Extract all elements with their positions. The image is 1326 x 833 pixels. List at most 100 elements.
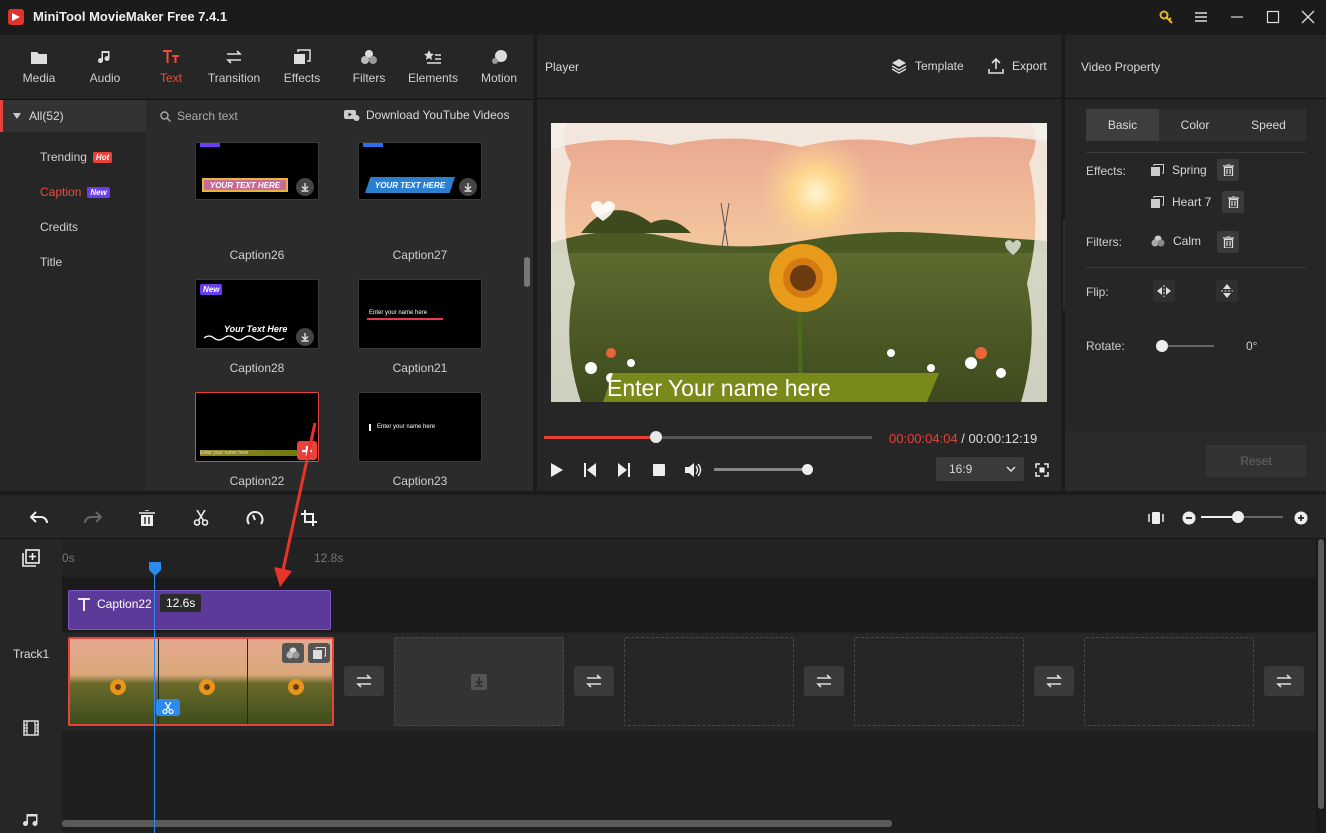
youtube-download-icon bbox=[344, 110, 360, 121]
playhead-handle[interactable] bbox=[149, 562, 161, 576]
category-credits[interactable]: Credits bbox=[0, 211, 146, 243]
empty-slot[interactable] bbox=[854, 637, 1024, 726]
caption26-preview-text: YOUR TEXT HERE bbox=[202, 178, 288, 192]
player-panel: Player Template Export Enter Your name h… bbox=[537, 35, 1061, 491]
progress-handle[interactable] bbox=[649, 431, 662, 443]
redo-button[interactable] bbox=[82, 507, 104, 529]
swap-arrows-icon bbox=[816, 674, 832, 688]
empty-slot[interactable] bbox=[1084, 637, 1254, 726]
redo-icon bbox=[84, 511, 102, 524]
thumbnail-caption21[interactable]: Enter your name here bbox=[358, 279, 482, 349]
tab-effects[interactable]: Effects bbox=[273, 35, 331, 99]
horizontal-scrollbar[interactable] bbox=[62, 820, 892, 827]
tab-elements[interactable]: Elements bbox=[404, 35, 462, 99]
transition-slot-button[interactable] bbox=[804, 666, 844, 696]
video-track-icon bbox=[23, 720, 39, 736]
swap-arrows-icon bbox=[586, 674, 602, 688]
tab-filters[interactable]: Filters bbox=[340, 35, 398, 99]
download-icon[interactable] bbox=[459, 178, 477, 196]
flip-horizontal-button[interactable] bbox=[1153, 280, 1175, 302]
media-drop-slot[interactable] bbox=[394, 637, 564, 726]
key-icon[interactable] bbox=[1155, 7, 1177, 27]
tab-basic[interactable]: Basic bbox=[1086, 109, 1159, 141]
tab-text[interactable]: Text bbox=[142, 35, 200, 99]
transition-icon bbox=[226, 50, 242, 64]
tab-transition[interactable]: Transition bbox=[203, 35, 265, 99]
undo-button[interactable] bbox=[28, 507, 50, 529]
close-button[interactable] bbox=[1297, 7, 1319, 27]
transition-slot-button[interactable] bbox=[574, 666, 614, 696]
category-caption[interactable]: Caption New bbox=[0, 176, 146, 208]
fit-timeline-button[interactable] bbox=[1145, 507, 1167, 529]
empty-slot[interactable] bbox=[624, 637, 794, 726]
minimize-button[interactable] bbox=[1226, 7, 1248, 27]
thumbnail-caption28[interactable]: New Your Text Here bbox=[195, 279, 319, 349]
effect-icon bbox=[1151, 164, 1164, 176]
maximize-button[interactable] bbox=[1262, 7, 1284, 27]
delete-effect-button[interactable] bbox=[1222, 191, 1244, 213]
search-input[interactable]: Search text bbox=[177, 109, 238, 123]
download-youtube-button[interactable]: Download YouTube Videos bbox=[344, 108, 509, 122]
flip-vertical-button[interactable] bbox=[1216, 280, 1238, 302]
playhead-line[interactable] bbox=[154, 570, 155, 833]
annotation-arrow bbox=[274, 422, 317, 587]
split-button[interactable] bbox=[190, 507, 212, 529]
transition-slot-button[interactable] bbox=[1034, 666, 1074, 696]
rotate-slider[interactable] bbox=[1156, 340, 1214, 352]
add-track-button[interactable] bbox=[22, 549, 40, 567]
search-box[interactable]: Search text bbox=[160, 109, 238, 123]
thumbnail-caption26[interactable]: YOUR TEXT HERE bbox=[195, 142, 319, 200]
category-trending[interactable]: Trending Hot bbox=[0, 141, 146, 173]
category-all[interactable]: All(52) bbox=[0, 100, 146, 132]
tab-audio[interactable]: Audio bbox=[76, 35, 134, 99]
caption-clip[interactable]: Caption22 12.6s bbox=[68, 590, 331, 630]
divider bbox=[1086, 267, 1306, 268]
volume-slider[interactable] bbox=[714, 464, 813, 475]
grid-scrollbar[interactable] bbox=[524, 257, 530, 287]
caption-overlay-text[interactable]: Enter Your name here bbox=[607, 375, 831, 402]
zoom-handle[interactable] bbox=[1232, 511, 1244, 523]
export-button[interactable]: Export bbox=[988, 58, 1047, 74]
delete-filter-button[interactable] bbox=[1217, 231, 1239, 253]
delete-effect-button[interactable] bbox=[1217, 159, 1239, 181]
transition-slot-button[interactable] bbox=[344, 666, 384, 696]
thumbnail-caption27[interactable]: YOUR TEXT HERE bbox=[358, 142, 482, 200]
next-frame-button[interactable] bbox=[617, 463, 631, 477]
filter-item: Calm bbox=[1151, 234, 1201, 248]
video-preview[interactable]: Enter Your name here bbox=[551, 123, 1047, 402]
download-icon[interactable] bbox=[296, 328, 314, 346]
tab-media[interactable]: Media bbox=[10, 35, 68, 99]
reset-button[interactable]: Reset bbox=[1206, 445, 1306, 477]
aspect-ratio-select[interactable]: 16:9 bbox=[936, 457, 1024, 481]
category-title[interactable]: Title bbox=[0, 246, 146, 278]
previous-frame-button[interactable] bbox=[583, 463, 597, 477]
split-at-playhead-button[interactable] bbox=[156, 699, 180, 716]
transition-slot-button[interactable] bbox=[1264, 666, 1304, 696]
download-icon[interactable] bbox=[296, 178, 314, 196]
zoom-in-button[interactable] bbox=[1290, 507, 1312, 529]
tab-speed[interactable]: Speed bbox=[1231, 109, 1306, 141]
clip-effect-badge[interactable] bbox=[308, 643, 330, 663]
menu-icon[interactable] bbox=[1190, 7, 1212, 27]
stop-button[interactable] bbox=[653, 464, 665, 476]
tab-color[interactable]: Color bbox=[1159, 109, 1231, 141]
video-clip[interactable] bbox=[68, 637, 334, 726]
time-ruler[interactable]: 0s 12.8s bbox=[62, 539, 1316, 577]
clip-filter-badge[interactable] bbox=[282, 643, 304, 663]
delete-button[interactable] bbox=[136, 507, 158, 529]
effect-icon bbox=[1151, 196, 1164, 208]
vertical-scrollbar[interactable] bbox=[1318, 539, 1324, 809]
template-button[interactable]: Template bbox=[891, 58, 964, 74]
text-template-grid: Search text Download YouTube Videos YOUR… bbox=[146, 100, 533, 491]
volume-handle[interactable] bbox=[802, 464, 813, 475]
play-button[interactable] bbox=[550, 463, 564, 477]
thumbnail-caption23[interactable]: Enter your name here bbox=[358, 392, 482, 462]
app-logo-icon bbox=[8, 9, 24, 25]
zoom-out-button[interactable] bbox=[1178, 507, 1200, 529]
volume-button[interactable] bbox=[684, 462, 702, 478]
rotate-handle[interactable] bbox=[1156, 340, 1168, 352]
progress-bar[interactable] bbox=[544, 431, 872, 443]
fullscreen-button[interactable] bbox=[1035, 463, 1049, 477]
zoom-slider[interactable] bbox=[1201, 511, 1283, 523]
tab-motion[interactable]: Motion bbox=[470, 35, 528, 99]
